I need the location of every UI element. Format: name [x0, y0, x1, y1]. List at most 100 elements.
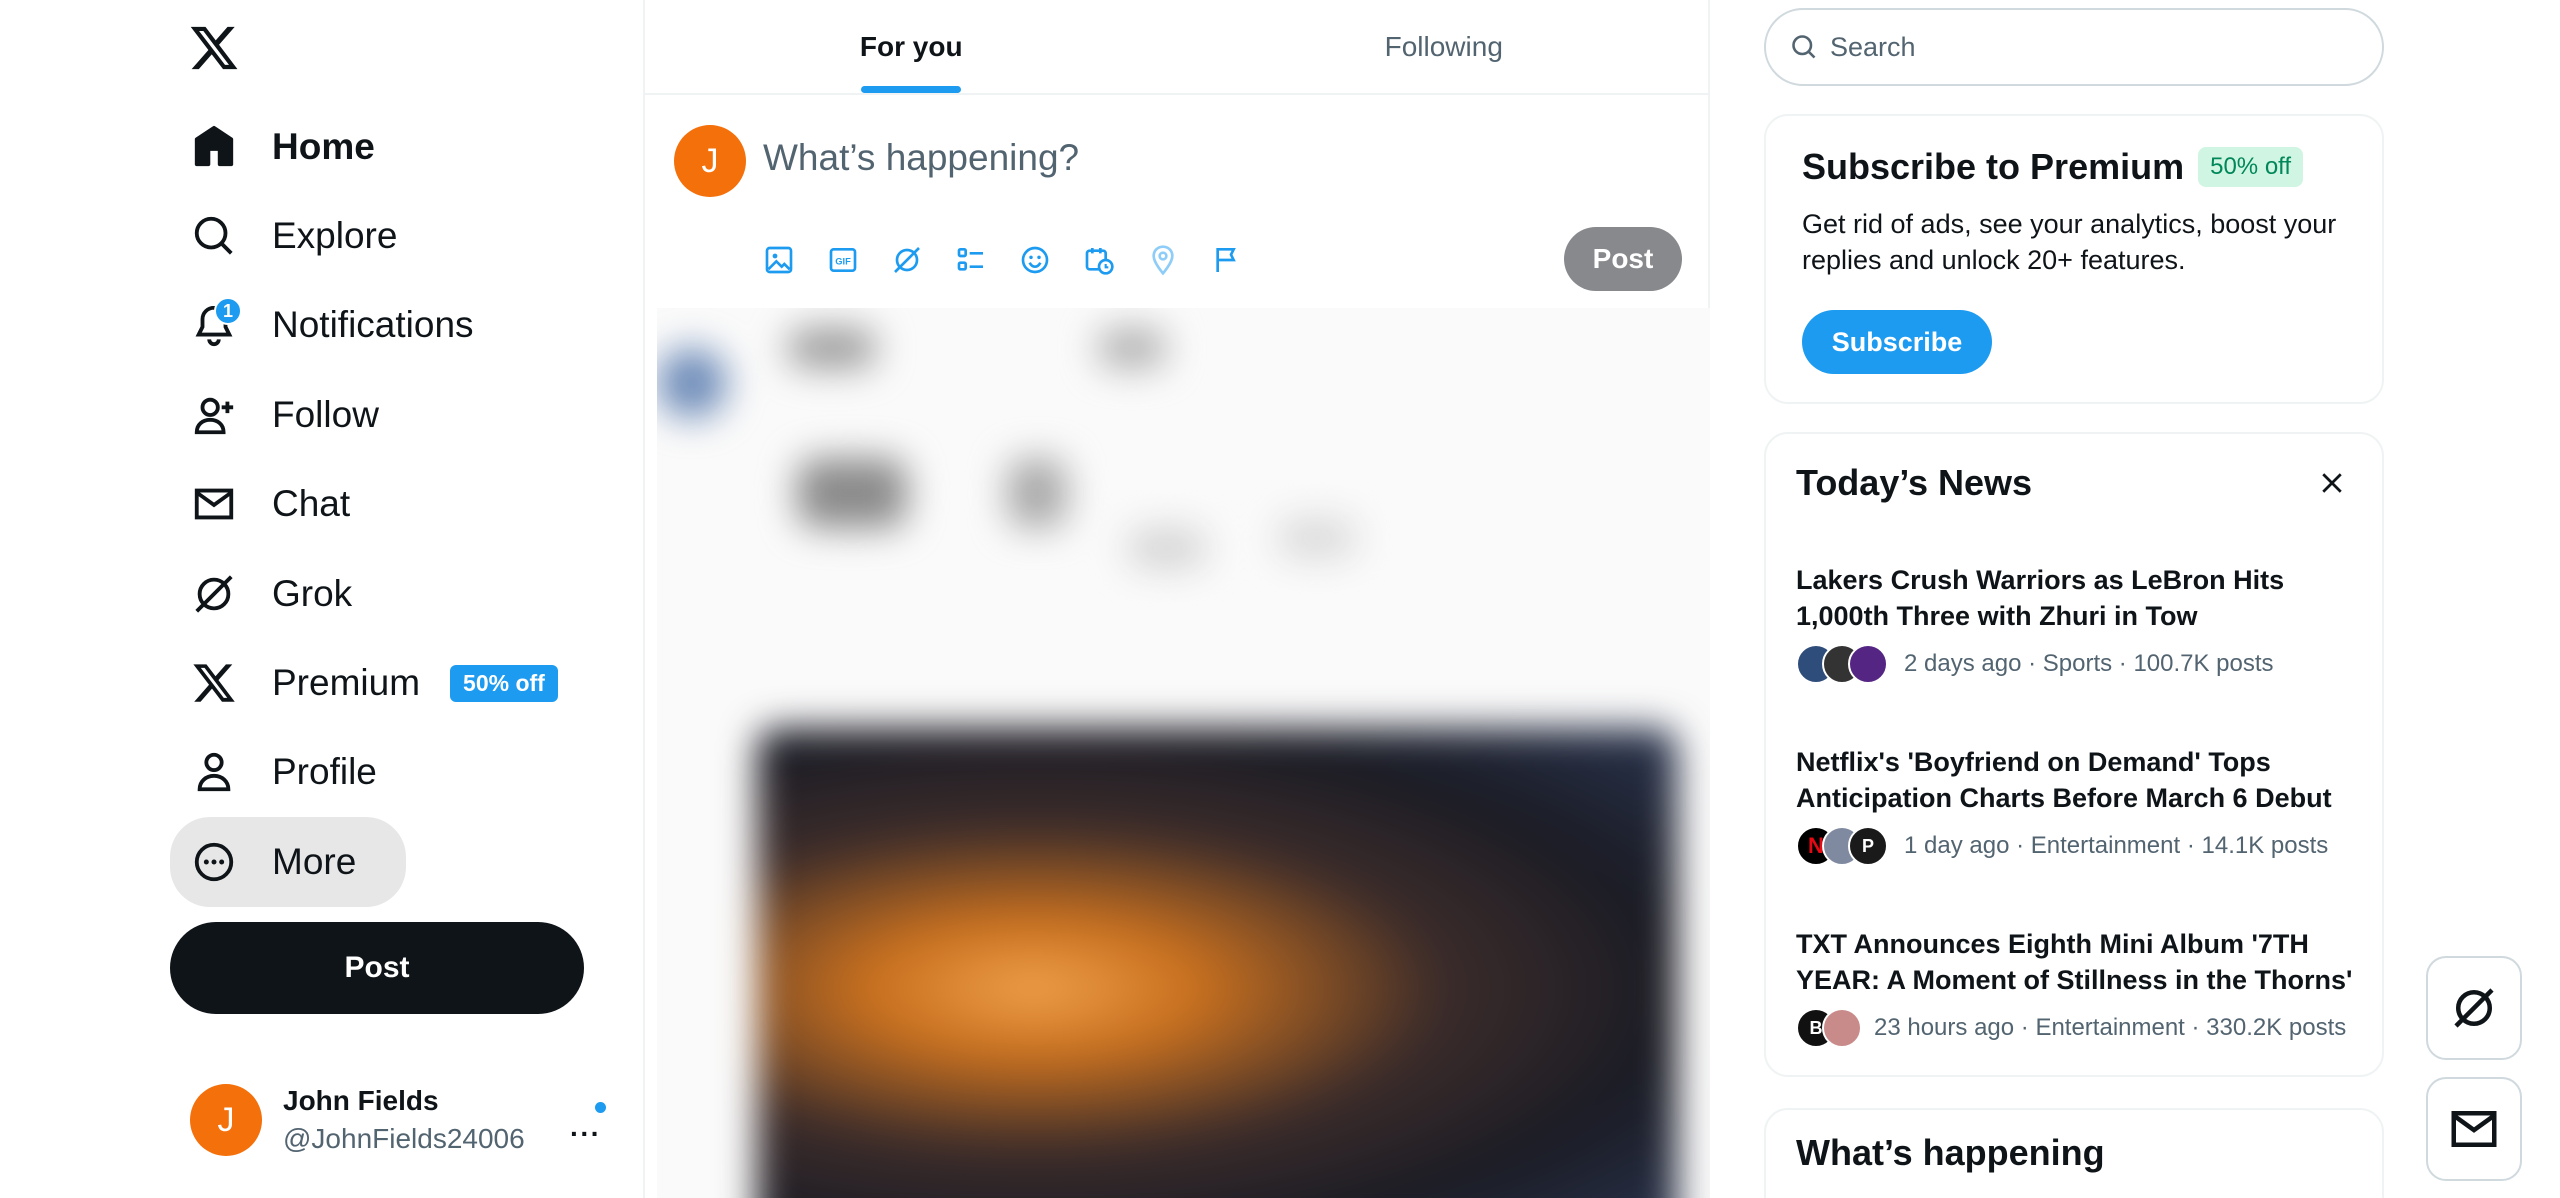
- grok-icon: [2454, 988, 2494, 1028]
- news-meta-text: 1 day ago · Entertainment · 14.1K posts: [1904, 832, 2329, 859]
- nav-item-profile[interactable]: Profile: [170, 728, 558, 817]
- account-text: John Fields @JohnFields24006: [283, 1085, 525, 1155]
- news-item[interactable]: Lakers Crush Warriors as LeBron Hits 1,0…: [1796, 562, 2356, 684]
- tab-for-you[interactable]: For you: [645, 0, 1178, 93]
- subscribe-button[interactable]: Subscribe: [1802, 310, 1992, 374]
- flag-icon[interactable]: [1211, 238, 1275, 282]
- grok-float-button[interactable]: [2426, 956, 2522, 1060]
- blur-line: [1097, 328, 1167, 368]
- search-icon: [190, 212, 238, 260]
- news-item[interactable]: TXT Announces Eighth Mini Album '7TH YEA…: [1796, 926, 2356, 1048]
- active-tab-indicator: [861, 86, 962, 93]
- tab-label-for-you: For you: [859, 30, 963, 62]
- nav-label-notifications: Notifications: [272, 304, 474, 346]
- whats-happening-title: What’s happening: [1796, 1132, 2105, 1173]
- tab-label-following: Following: [1384, 30, 1503, 62]
- nav-label-grok: Grok: [272, 572, 353, 614]
- grok-icon: [190, 570, 238, 618]
- person-icon: [190, 748, 238, 796]
- notification-count-badge: 1: [214, 297, 242, 326]
- account-more-button[interactable]: ···: [570, 1102, 610, 1149]
- nav-item-grok[interactable]: Grok: [170, 549, 558, 638]
- nav-label-premium: Premium: [272, 662, 421, 704]
- sidebar-post-button[interactable]: Post: [170, 922, 584, 1014]
- nav-item-notifications[interactable]: 1 Notifications: [170, 281, 558, 370]
- news-meta: B 23 hours ago · Entertainment · 330.2K …: [1796, 1008, 2356, 1048]
- nav-item-premium[interactable]: Premium 50% off: [170, 638, 558, 727]
- location-icon: [1147, 238, 1211, 282]
- main-timeline: For you Following J What’s happening? GI…: [645, 0, 1710, 1198]
- composer-avatar[interactable]: J: [674, 125, 746, 197]
- composer-input[interactable]: What’s happening?: [763, 137, 1079, 179]
- nav-item-more[interactable]: More: [170, 817, 406, 907]
- nav-item-follow[interactable]: Follow: [170, 370, 558, 459]
- news-avatars: N P: [1796, 826, 1888, 866]
- blur-line: [1277, 518, 1357, 558]
- premium-title: Subscribe to Premium: [1802, 146, 2185, 187]
- news-meta: 2 days ago · Sports · 100.7K posts: [1796, 644, 2356, 684]
- news-item[interactable]: Netflix's 'Boyfriend on Demand' Tops Ant…: [1796, 744, 2356, 866]
- nav-label-more: More: [272, 840, 357, 882]
- nav-item-home[interactable]: Home: [170, 102, 558, 191]
- composer-toolbar: GIF: [763, 238, 1275, 282]
- search-input[interactable]: [1830, 31, 2330, 63]
- home-icon: [190, 123, 238, 171]
- composer-post-button[interactable]: Post: [1564, 227, 1682, 291]
- nav-label-explore: Explore: [272, 215, 398, 257]
- gif-icon[interactable]: GIF: [827, 238, 891, 282]
- news-avatar: [1822, 1008, 1862, 1048]
- x-logo-icon: [190, 659, 238, 707]
- news-title: Today’s News: [1796, 462, 2033, 503]
- right-sidebar: Subscribe to Premium 50% off Get rid of …: [1710, 0, 2560, 1198]
- todays-news-card: Today’s News Lakers Crush Warriors as Le…: [1764, 432, 2384, 1077]
- timeline-tabs: For you Following: [645, 0, 1710, 95]
- envelope-icon: [2451, 1111, 2497, 1147]
- whats-happening-card: What’s happening: [1764, 1108, 2384, 1198]
- news-headline: TXT Announces Eighth Mini Album '7TH YEA…: [1796, 929, 2353, 995]
- account-handle: @JohnFields24006: [283, 1123, 525, 1154]
- nav-item-explore[interactable]: Explore: [170, 191, 558, 280]
- person-plus-icon: [190, 391, 238, 439]
- premium-card: Subscribe to Premium 50% off Get rid of …: [1764, 114, 2384, 404]
- image-icon[interactable]: [763, 238, 827, 282]
- left-sidebar: Home Explore 1 Notifications Follow Chat…: [0, 0, 645, 1198]
- bell-icon: 1: [190, 297, 242, 349]
- news-meta-text: 2 days ago · Sports · 100.7K posts: [1904, 650, 2274, 677]
- nav-label-home: Home: [272, 125, 375, 167]
- more-dots-icon: ···: [570, 1118, 601, 1149]
- news-header: Today’s News: [1796, 462, 2352, 504]
- news-avatars: [1796, 644, 1888, 684]
- premium-discount-pill: 50% off: [2198, 147, 2304, 187]
- svg-text:GIF: GIF: [835, 257, 851, 267]
- blurred-post: [657, 308, 1710, 1198]
- avatar: J: [190, 1084, 262, 1156]
- messages-float-button[interactable]: [2426, 1077, 2522, 1181]
- news-headline: Netflix's 'Boyfriend on Demand' Tops Ant…: [1796, 747, 2332, 813]
- x-logo-icon[interactable]: [188, 22, 240, 74]
- blur-avatar: [657, 348, 727, 418]
- premium-description: Get rid of ads, see your analytics, boos…: [1802, 209, 2337, 275]
- blur-line: [797, 458, 907, 528]
- search-box[interactable]: [1764, 8, 2384, 86]
- news-meta: N P 1 day ago · Entertainment · 14.1K po…: [1796, 826, 2356, 866]
- tab-following[interactable]: Following: [1178, 0, 1711, 93]
- blur-line: [787, 328, 877, 368]
- emoji-icon[interactable]: [1019, 238, 1083, 282]
- nav-item-chat[interactable]: Chat: [170, 460, 558, 549]
- grok-icon[interactable]: [891, 238, 955, 282]
- schedule-icon[interactable]: [1083, 238, 1147, 282]
- blurred-media: [757, 728, 1677, 1198]
- blur-line: [1007, 458, 1067, 528]
- post-composer: J What’s happening? GIF Post: [645, 95, 1710, 307]
- feed-blurred-content: [657, 308, 1710, 1198]
- close-icon[interactable]: [2312, 463, 2352, 503]
- more-circle-icon: [190, 838, 238, 886]
- nav-label-follow: Follow: [272, 393, 379, 435]
- poll-icon[interactable]: [955, 238, 1019, 282]
- unread-dot: [595, 1102, 606, 1113]
- nav-label-chat: Chat: [272, 483, 351, 525]
- account-switcher[interactable]: J John Fields @JohnFields24006 ···: [190, 1080, 610, 1160]
- news-avatar: P: [1848, 826, 1888, 866]
- news-headline: Lakers Crush Warriors as LeBron Hits 1,0…: [1796, 565, 2285, 631]
- nav-label-profile: Profile: [272, 751, 377, 793]
